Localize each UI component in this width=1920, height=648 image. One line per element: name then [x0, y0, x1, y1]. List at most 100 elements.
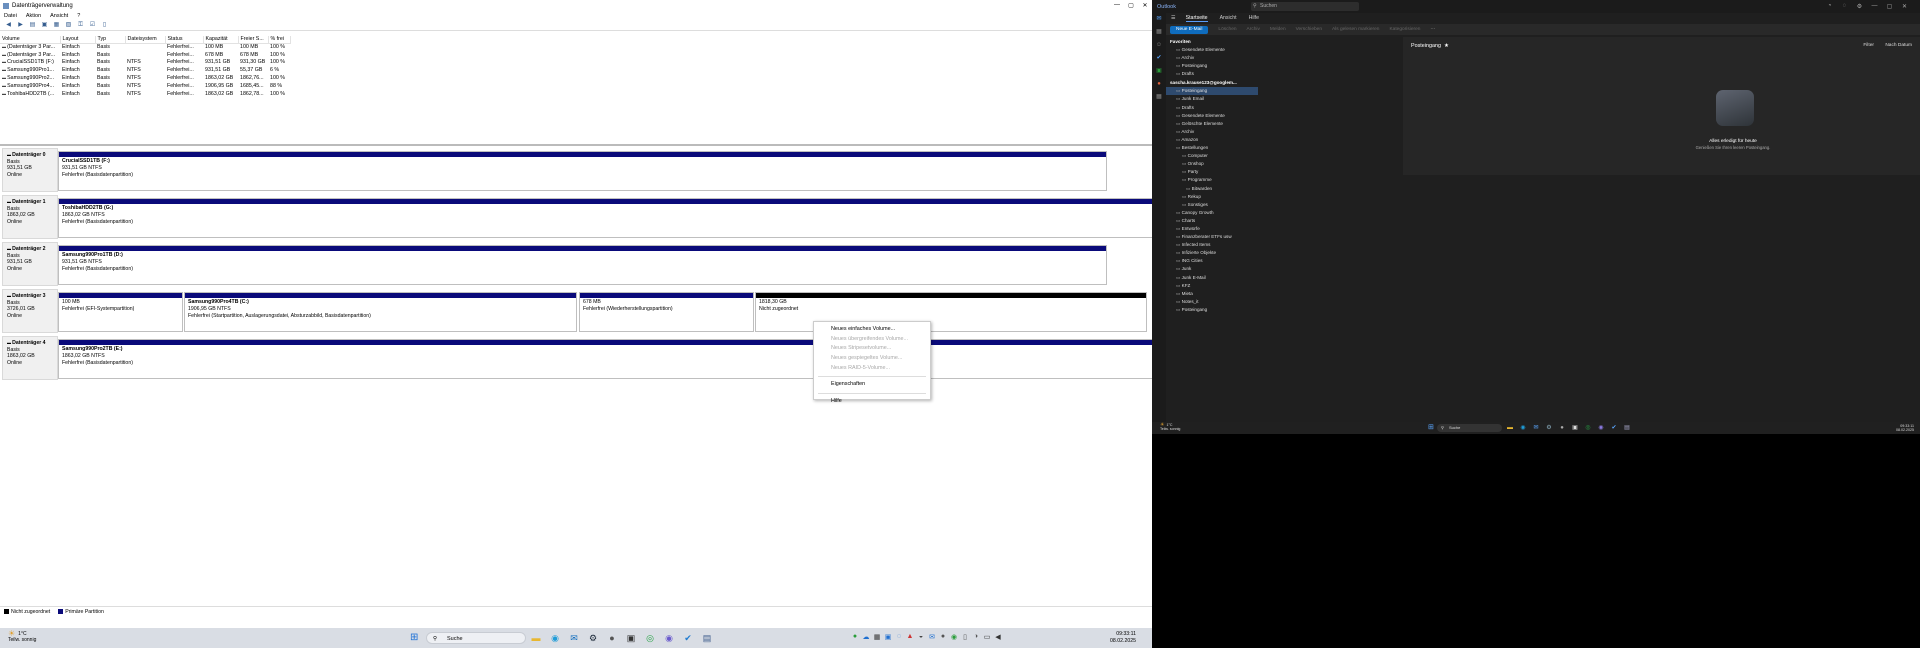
mail-folder[interactable]: Posteingang	[1166, 306, 1258, 314]
forward-icon[interactable]: ▶	[16, 21, 25, 29]
back-icon[interactable]: ◀	[4, 21, 13, 29]
key-icon[interactable]: ⚿	[76, 21, 85, 29]
minimize-button[interactable]: —	[1110, 2, 1124, 9]
table-row[interactable]: Samsung990Pro1...Einfach Basis NTFS Fehlerf…	[0, 66, 290, 74]
list-icon[interactable]: ▤	[28, 21, 37, 29]
mail-folder[interactable]: Bestellungen	[1166, 144, 1258, 152]
column-header[interactable]: % frei	[268, 36, 291, 44]
app-icon[interactable]: ◉	[663, 632, 675, 644]
powerpoint-icon[interactable]: ●	[1152, 78, 1166, 91]
mail-folder[interactable]: Junk Email	[1166, 95, 1258, 103]
steam-icon[interactable]: ⚙	[1545, 424, 1553, 432]
vscode-icon[interactable]: ✔	[1610, 424, 1618, 432]
tray-icon[interactable]: ◉	[949, 633, 959, 641]
archive-button[interactable]: Archiv	[1247, 27, 1260, 32]
monitor-icon[interactable]: ▭	[982, 633, 992, 641]
new-mail-button[interactable]: Neue E-Mail	[1170, 25, 1209, 34]
table-row[interactable]: Samsung990Pro2...Einfach Basis NTFS Fehlerf…	[0, 74, 290, 82]
edge-icon[interactable]: ◉	[549, 632, 561, 644]
cloud-icon[interactable]: ☁	[861, 633, 871, 641]
clock[interactable]: 09:33:11 08.02.2025	[1896, 424, 1914, 432]
maximize-button[interactable]: ▢	[1124, 2, 1138, 9]
mail-folder[interactable]: Bitwarden	[1166, 185, 1258, 193]
todo-icon[interactable]: ✔	[1152, 52, 1166, 65]
windows-start-icon[interactable]: ⊞	[1428, 424, 1434, 431]
mail-folder[interactable]: Charts	[1166, 217, 1258, 225]
partition-block[interactable]: 100 MB Fehlerfrei (EFI-Systempartition)	[58, 292, 183, 332]
minimize-button[interactable]: —	[1867, 3, 1882, 10]
tray-icon[interactable]: ▦	[872, 633, 882, 641]
favorite-folder[interactable]: Gesendete Elemente	[1166, 46, 1258, 54]
table-row[interactable]: (Datenträger 3 Par...Einfach Basis Fehlerf…	[0, 51, 290, 59]
favorite-folder[interactable]: Posteingang	[1166, 62, 1258, 70]
mail-icon[interactable]: ✉	[1152, 13, 1166, 26]
lightbulb-icon[interactable]: ◌	[1837, 3, 1852, 10]
view-icon[interactable]: ▧	[64, 21, 73, 29]
ctx-properties[interactable]: Eigenschaften	[814, 380, 930, 390]
favorite-folder[interactable]: Archiv	[1166, 54, 1258, 62]
table-row[interactable]: (Datenträger 3 Par...Einfach Basis Fehlerf…	[0, 43, 290, 51]
taskbar-search[interactable]: ⚲ Suche	[426, 632, 526, 644]
tray-icon[interactable]: ◌	[894, 633, 904, 641]
mail-folder[interactable]: Posteingang	[1166, 87, 1258, 96]
outlook-search-input[interactable]: ⚲ Suchen	[1251, 2, 1359, 11]
mail-folder[interactable]: Infizierte Objekte	[1166, 249, 1258, 257]
clipboard-icon[interactable]: ▣	[625, 632, 637, 644]
clipboard-icon[interactable]: ▣	[1571, 424, 1579, 432]
menu-help[interactable]: ?	[77, 13, 80, 19]
disk-label[interactable]: Datenträger 2Basis931,51 GBOnline	[2, 242, 58, 286]
whatsapp-icon[interactable]: ◎	[644, 632, 656, 644]
report-button[interactable]: Melden	[1270, 27, 1286, 32]
file-explorer-icon[interactable]: ▬	[530, 632, 542, 644]
calendar-icon[interactable]: ▦	[1152, 26, 1166, 39]
mail-folder[interactable]: Mieta	[1166, 290, 1258, 298]
mail-folder[interactable]: Notes_it	[1166, 298, 1258, 306]
tab-startseite[interactable]: Startseite	[1185, 15, 1208, 22]
bell-icon[interactable]: ◔	[1822, 3, 1837, 10]
table-row[interactable]: ToshibaHDD2TB (...Einfach Basis NTFS Fehler…	[0, 90, 290, 98]
mail-folder[interactable]: ING Cities	[1166, 257, 1258, 265]
partition-block[interactable]: ToshibaHDD2TB (G:) 1863,02 GB NTFS Fehlerf…	[58, 198, 1156, 238]
disk-label[interactable]: Datenträger 3Basis3726,01 GBOnline	[2, 289, 58, 333]
outlook-icon[interactable]: ✉	[1532, 424, 1540, 432]
steam-icon[interactable]: ⚙	[587, 632, 599, 644]
ctx-help[interactable]: Hilfe	[814, 397, 930, 407]
partition-block[interactable]: Samsung990Pro2TB (E:) 1863,02 GB NTFS Fehl…	[58, 339, 1156, 379]
column-header[interactable]: Typ	[95, 36, 126, 44]
edge-icon[interactable]: ◉	[1519, 424, 1527, 432]
disk-label[interactable]: Datenträger 4Basis1863,02 GBOnline	[2, 336, 58, 380]
app-icon[interactable]: ●	[1558, 424, 1566, 432]
disk-management-icon[interactable]: ▤	[1623, 424, 1631, 432]
mail-folder[interactable]: Archiv	[1166, 128, 1258, 136]
doc-icon[interactable]: ▯	[100, 21, 109, 29]
volume-icon[interactable]: ◀	[993, 633, 1003, 641]
partition-block[interactable]: CrucialSSD1TB (F:) 931,51 GB NTFS Fehlerfr…	[58, 151, 1107, 191]
tray-icon[interactable]: ●	[938, 633, 948, 641]
close-button[interactable]: ✕	[1138, 2, 1152, 9]
filter-button[interactable]: Filter	[1863, 43, 1874, 48]
mail-folder[interactable]: Computer	[1166, 152, 1258, 160]
account-group[interactable]: sascha.krause123@googlem...	[1166, 78, 1258, 87]
hamburger-icon[interactable]: ☰	[1171, 15, 1176, 21]
excel-icon[interactable]: ▣	[1152, 65, 1166, 78]
apps-icon[interactable]: ▦	[1152, 91, 1166, 104]
mail-folder[interactable]: Entwürfe	[1166, 225, 1258, 233]
weather-widget[interactable]: ☀ 1°C Teilw. sonnig	[8, 630, 36, 644]
mail-folder[interactable]: Sonstiges	[1166, 201, 1258, 209]
sort-button[interactable]: Nach Datum	[1885, 43, 1912, 48]
mail-folder[interactable]: Drafts	[1166, 104, 1258, 112]
mail-folder[interactable]: Amazon	[1166, 136, 1258, 144]
menu-datei[interactable]: Datei	[4, 13, 17, 19]
disk-management-icon[interactable]: ▤	[701, 632, 713, 644]
mail-folder[interactable]: Junk	[1166, 265, 1258, 273]
help-icon[interactable]: ▣	[40, 21, 49, 29]
taskbar-search[interactable]: ⚲ Suche	[1437, 424, 1502, 432]
app-icon[interactable]: ◉	[1597, 424, 1605, 432]
tray-icon[interactable]: ▲	[905, 633, 915, 641]
menu-aktion[interactable]: Aktion	[26, 13, 41, 19]
column-header[interactable]: Dateisystem	[125, 36, 166, 44]
mail-folder[interactable]: Onshop	[1166, 160, 1258, 168]
mark-read-button[interactable]: Als gelesen markieren	[1332, 27, 1379, 32]
mail-folder[interactable]: Junk E-Mail	[1166, 274, 1258, 282]
mail-folder[interactable]: Programme	[1166, 176, 1258, 184]
